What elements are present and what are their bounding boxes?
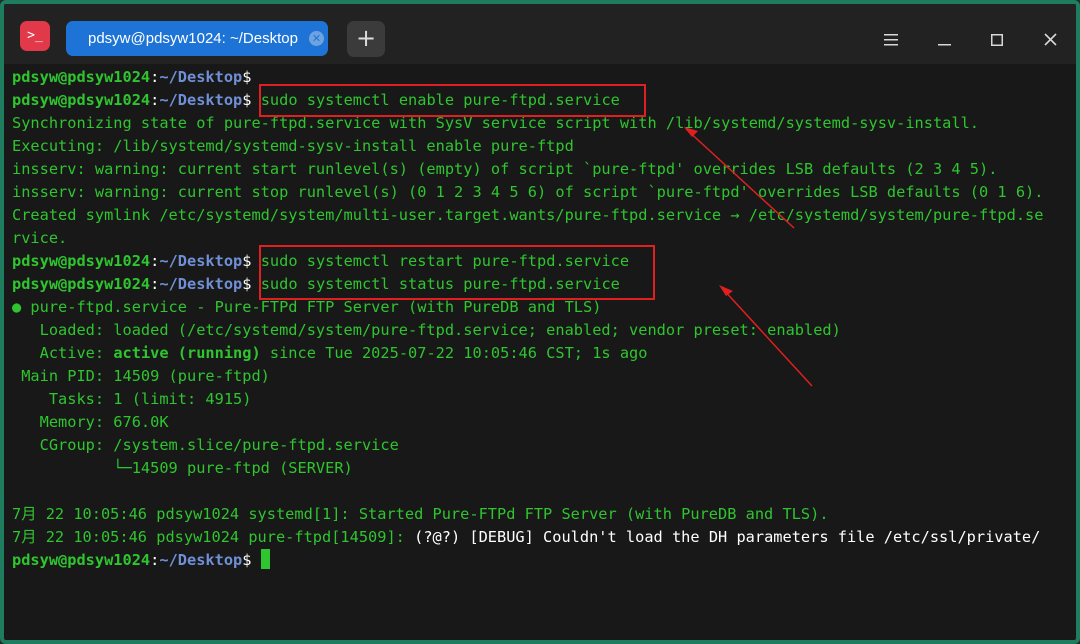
annotation-arrow-icon: [719, 285, 813, 387]
annotation-arrow-icon: [684, 127, 795, 229]
annotation-arrows: [684, 127, 813, 387]
terminal-window: >_ pdsyw@pdsyw1024: ~/Desktop ✕ + pdsyw@…: [0, 0, 1080, 644]
